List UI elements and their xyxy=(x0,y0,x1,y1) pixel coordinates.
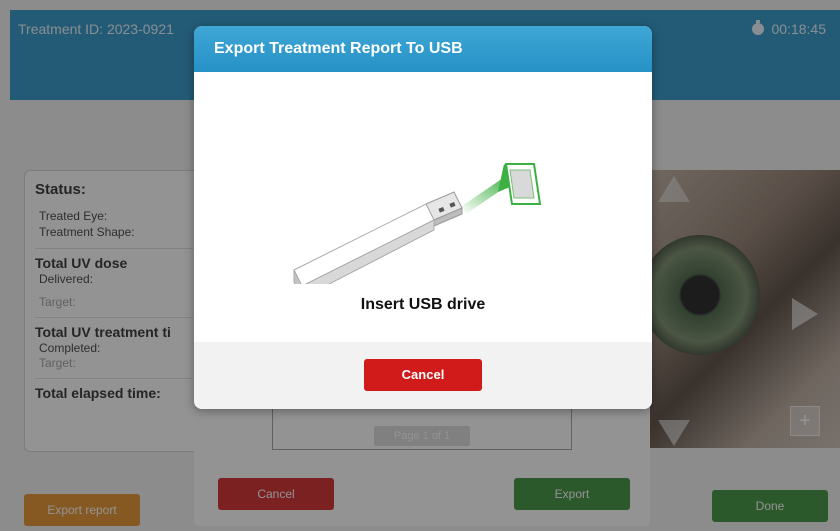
modal-footer: Cancel xyxy=(194,342,652,409)
cancel-button[interactable]: Cancel xyxy=(364,359,482,391)
modal-title: Export Treatment Report To USB xyxy=(194,26,652,72)
usb-illustration xyxy=(293,163,542,284)
modal-body: Insert USB drive xyxy=(194,72,652,342)
export-usb-modal: Export Treatment Report To USB Insert US… xyxy=(194,26,652,409)
usb-port-icon xyxy=(504,163,542,205)
insert-usb-message: Insert USB drive xyxy=(360,296,486,313)
usb-drive-icon xyxy=(293,191,463,284)
